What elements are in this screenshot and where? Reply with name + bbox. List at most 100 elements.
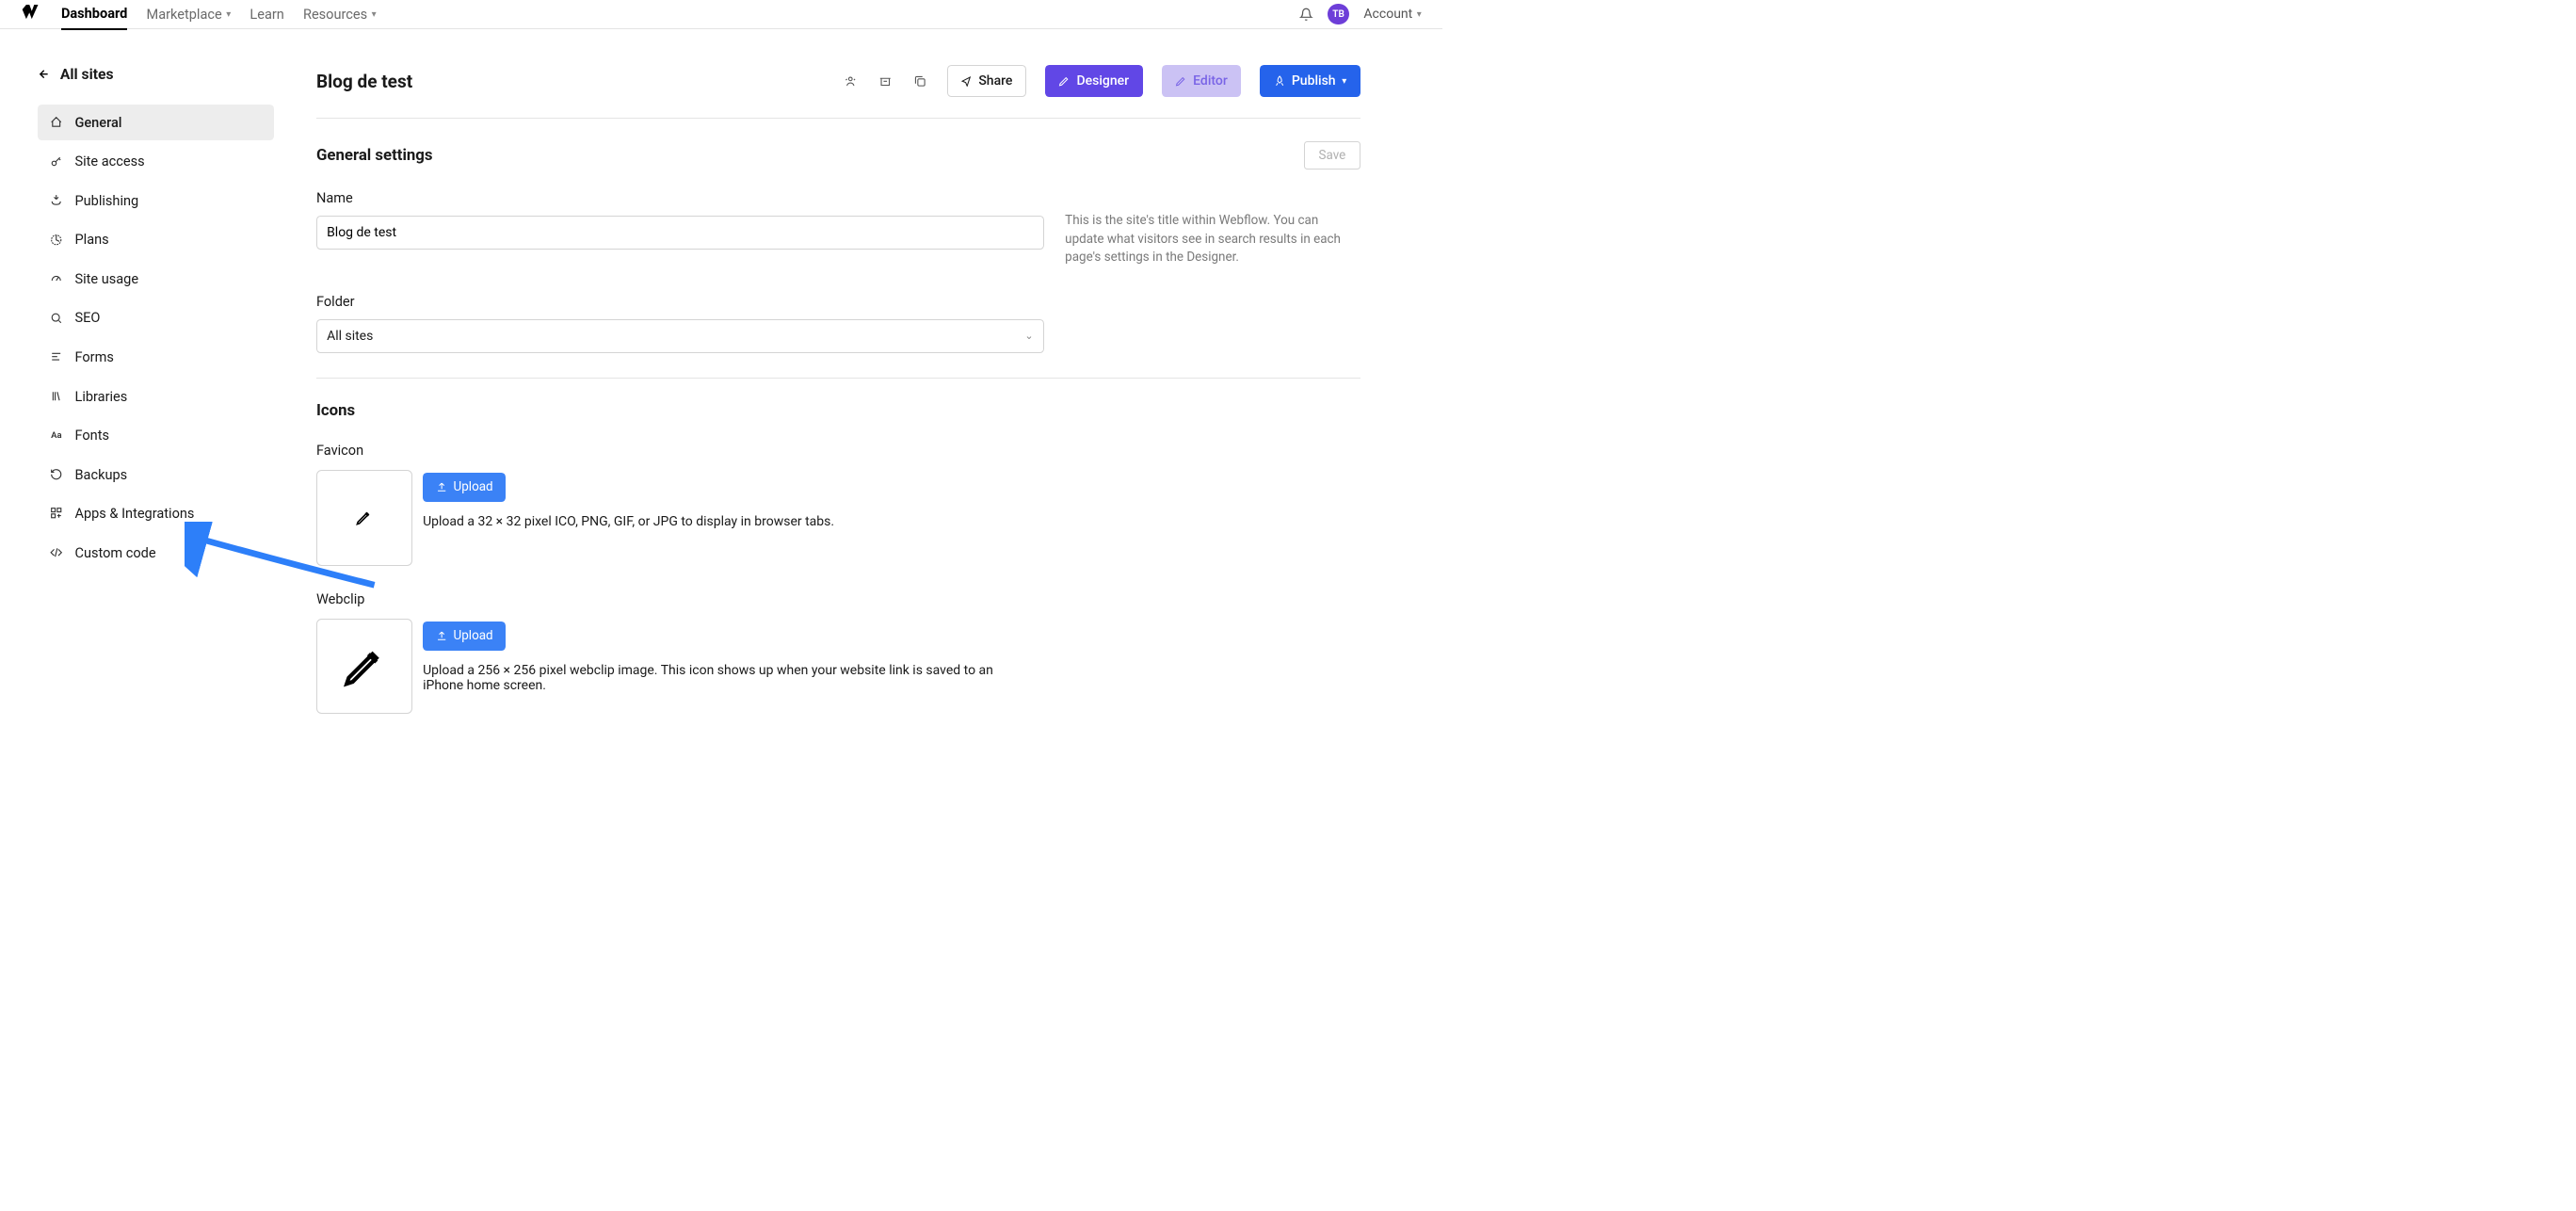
designer-button[interactable]: Designer xyxy=(1045,65,1143,97)
webclip-block: Upload Upload a 256 × 256 pixel webclip … xyxy=(316,619,1360,715)
nav-dashboard[interactable]: Dashboard xyxy=(61,0,127,30)
pen-icon xyxy=(1058,75,1070,87)
home-icon xyxy=(50,116,64,130)
sidebar-item-site-usage[interactable]: Site usage xyxy=(38,261,274,297)
members-icon[interactable] xyxy=(843,73,859,89)
all-sites-label: All sites xyxy=(60,65,114,83)
sidebar-item-backups[interactable]: Backups xyxy=(38,456,274,492)
search-icon xyxy=(50,311,64,325)
upload-icon xyxy=(436,630,447,641)
sidebar-item-apps[interactable]: Apps & Integrations xyxy=(38,495,274,531)
account-label: Account xyxy=(1363,7,1412,22)
webflow-logo[interactable] xyxy=(21,5,40,24)
main: Blog de test Share Designer Editor Publi… xyxy=(296,44,1403,739)
webclip-upload-button[interactable]: Upload xyxy=(423,622,506,651)
arrow-left-icon xyxy=(38,68,50,80)
restore-icon xyxy=(50,467,64,481)
forms-icon xyxy=(50,350,64,364)
webclip-preview xyxy=(316,619,412,715)
upload-label: Upload xyxy=(454,629,493,643)
share-icon xyxy=(960,75,972,87)
pen-icon xyxy=(355,509,373,526)
nav-marketplace[interactable]: Marketplace▾ xyxy=(147,0,232,29)
nav-right: TB Account ▾ xyxy=(1299,0,1422,27)
favicon-label: Favicon xyxy=(316,442,1360,459)
code-icon xyxy=(50,545,64,559)
plans-icon xyxy=(50,233,64,247)
key-icon xyxy=(50,154,64,169)
webclip-description: Upload a 256 × 256 pixel webclip image. … xyxy=(423,663,1003,693)
sidebar-item-publishing[interactable]: Publishing xyxy=(38,183,274,218)
sidebar-item-label: Custom code xyxy=(74,544,155,561)
chevron-down-icon: ▾ xyxy=(1342,76,1346,87)
chevron-down-icon: ▾ xyxy=(226,9,231,20)
divider xyxy=(316,378,1360,379)
editor-label: Editor xyxy=(1193,73,1228,89)
favicon-description: Upload a 32 × 32 pixel ICO, PNG, GIF, or… xyxy=(423,514,834,529)
account-menu[interactable]: Account ▾ xyxy=(1363,0,1421,27)
layout: All sites General Site access Publishing… xyxy=(0,29,1442,739)
publish-label: Publish xyxy=(1292,73,1336,89)
general-section-header: General settings Save xyxy=(316,141,1360,170)
nav-items: Dashboard Marketplace▾ Learn Resources▾ xyxy=(61,0,377,30)
publish-button[interactable]: Publish ▾ xyxy=(1260,65,1360,97)
apps-icon xyxy=(50,507,64,521)
sidebar-item-custom-code[interactable]: Custom code xyxy=(38,534,274,570)
back-all-sites[interactable]: All sites xyxy=(38,65,274,83)
nav-label: Learn xyxy=(250,6,283,23)
sidebar-item-label: General xyxy=(74,114,121,131)
sidebar-item-label: Backups xyxy=(74,466,127,483)
bell-icon[interactable] xyxy=(1299,8,1313,22)
icons-section-title: Icons xyxy=(316,401,1360,420)
sidebar-item-forms[interactable]: Forms xyxy=(38,339,274,375)
archive-icon[interactable] xyxy=(877,73,894,89)
save-button[interactable]: Save xyxy=(1304,141,1360,170)
webclip-label: Webclip xyxy=(316,590,1360,607)
sidebar-item-label: Site usage xyxy=(74,270,138,287)
folder-field-row: Folder All sites ⌄ xyxy=(316,293,1360,353)
name-description: This is the site's title within Webflow.… xyxy=(1065,189,1360,267)
avatar[interactable]: TB xyxy=(1328,4,1348,24)
nav-resources[interactable]: Resources▾ xyxy=(303,0,377,29)
share-button[interactable]: Share xyxy=(947,65,1026,97)
designer-label: Designer xyxy=(1077,73,1130,89)
pen-icon xyxy=(341,642,388,689)
nav-label: Dashboard xyxy=(61,5,127,22)
upload-icon xyxy=(436,481,447,492)
nav-learn[interactable]: Learn xyxy=(250,0,283,29)
sidebar-item-label: SEO xyxy=(74,309,100,326)
favicon-upload-button[interactable]: Upload xyxy=(423,473,506,502)
webflow-logo-icon xyxy=(21,5,40,24)
sidebar-item-libraries[interactable]: Libraries xyxy=(38,378,274,413)
editor-button[interactable]: Editor xyxy=(1162,65,1242,97)
edit-icon xyxy=(1175,75,1186,87)
libraries-icon xyxy=(50,389,64,403)
sidebar-item-fonts[interactable]: AaFonts xyxy=(38,417,274,453)
sidebar-item-general[interactable]: General xyxy=(38,105,274,140)
sidebar-item-label: Forms xyxy=(74,348,113,365)
copy-icon[interactable] xyxy=(912,73,928,89)
sidebar-item-seo[interactable]: SEO xyxy=(38,299,274,335)
favicon-preview xyxy=(316,470,412,566)
general-section-title: General settings xyxy=(316,146,433,165)
sidebar-item-label: Apps & Integrations xyxy=(74,505,194,522)
folder-field: Folder All sites ⌄ xyxy=(316,293,1044,353)
name-input[interactable] xyxy=(316,216,1044,250)
webclip-right: Upload Upload a 256 × 256 pixel webclip … xyxy=(423,619,1003,693)
header-actions: Share Designer Editor Publish ▾ xyxy=(843,65,1360,97)
nav-label: Resources xyxy=(303,6,367,23)
sidebar-item-label: Site access xyxy=(74,153,144,170)
sidebar-item-site-access[interactable]: Site access xyxy=(38,143,274,179)
folder-value: All sites xyxy=(327,329,373,344)
publish-icon xyxy=(50,194,64,208)
sidebar-item-label: Libraries xyxy=(74,388,127,405)
sidebar-item-label: Plans xyxy=(74,231,108,248)
fonts-icon: Aa xyxy=(50,428,64,443)
sidebar-item-label: Publishing xyxy=(74,192,138,209)
upload-label: Upload xyxy=(454,480,493,494)
share-label: Share xyxy=(978,73,1012,89)
chevron-down-icon: ▾ xyxy=(1417,9,1422,20)
folder-select[interactable]: All sites ⌄ xyxy=(316,319,1044,353)
sidebar-item-plans[interactable]: Plans xyxy=(38,221,274,257)
name-field: Name xyxy=(316,189,1044,267)
